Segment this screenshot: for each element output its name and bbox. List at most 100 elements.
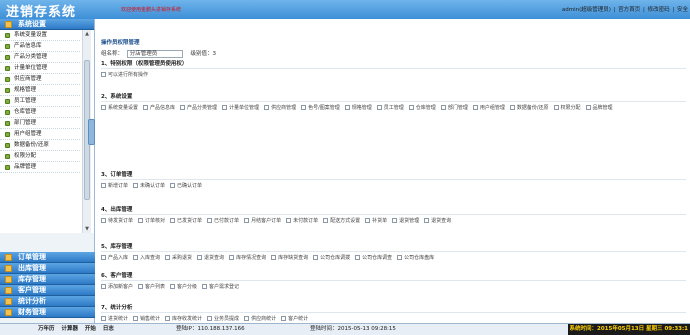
home-link[interactable]: 官方首页 xyxy=(618,7,640,13)
permission-checkbox[interactable]: 退货查询 xyxy=(424,217,451,225)
permission-checkbox[interactable]: 退货查询 xyxy=(197,254,224,262)
permission-checkbox[interactable]: 进货统计 xyxy=(101,315,128,323)
permission-checkbox[interactable]: 添加新客户 xyxy=(101,283,133,291)
sidebar-item-product-library[interactable]: 产品信息库 xyxy=(0,41,80,52)
checkbox-icon[interactable] xyxy=(376,105,382,110)
permission-checkbox[interactable]: 月结客户订单 xyxy=(244,217,281,225)
checkbox-icon[interactable] xyxy=(101,72,106,77)
checkbox-icon[interactable] xyxy=(133,316,139,321)
menu-customers[interactable]: 客户管理 xyxy=(0,285,95,296)
checkbox-icon[interactable] xyxy=(165,316,171,321)
sidebar-item-specs[interactable]: 规格管理 xyxy=(0,85,80,96)
checkbox-icon[interactable] xyxy=(180,105,186,110)
permission-checkbox[interactable]: 客户统计 xyxy=(281,315,308,323)
scroll-down-icon[interactable]: ▼ xyxy=(84,226,90,232)
permission-checkbox[interactable]: 未确认订单 xyxy=(133,182,165,190)
calendar-link[interactable]: 万年历 xyxy=(38,326,55,332)
checkbox-icon[interactable] xyxy=(101,105,106,110)
permission-checkbox[interactable]: 供应商管理 xyxy=(264,104,296,112)
permission-checkbox[interactable]: 补货单 xyxy=(365,217,387,225)
checkbox-icon[interactable] xyxy=(355,255,361,260)
permission-checkbox[interactable]: 待发货订单 xyxy=(101,217,133,225)
sidebar-item-staff[interactable]: 员工管理 xyxy=(0,96,80,107)
checkbox-icon[interactable] xyxy=(472,105,478,110)
permission-checkbox[interactable]: 客户需求登记 xyxy=(202,283,239,291)
checkbox-icon[interactable] xyxy=(271,255,277,260)
checkbox-icon[interactable] xyxy=(101,284,106,289)
checkbox-icon[interactable] xyxy=(440,105,446,110)
permission-checkbox[interactable]: 未付款订单 xyxy=(286,217,318,225)
checkbox-icon[interactable] xyxy=(229,255,235,260)
calculator-link[interactable]: 计算器 xyxy=(61,326,78,332)
checkbox-icon[interactable] xyxy=(197,255,203,260)
checkbox-icon[interactable] xyxy=(397,255,403,260)
permission-checkbox[interactable]: 仓库管理 xyxy=(408,104,436,112)
checkbox-icon[interactable] xyxy=(138,284,144,289)
permission-checkbox[interactable]: 系统变量设置 xyxy=(101,104,138,112)
sidebar-item-user-groups[interactable]: 用户组管理 xyxy=(0,129,80,140)
checkbox-icon[interactable] xyxy=(101,183,106,188)
sidebar-item-brands[interactable]: 品牌管理 xyxy=(0,162,80,173)
checkbox-icon[interactable] xyxy=(281,316,287,321)
scroll-up-icon[interactable]: ▲ xyxy=(84,31,90,37)
checkbox-icon[interactable] xyxy=(585,105,591,110)
sidebar-item-warehouse[interactable]: 仓库管理 xyxy=(0,107,80,118)
menu-finance[interactable]: 财务管理 xyxy=(0,307,95,318)
checkbox-icon[interactable] xyxy=(244,316,250,321)
log-link[interactable]: 日志 xyxy=(103,326,114,332)
role-name-input[interactable]: 分店管理员 xyxy=(126,49,183,58)
permission-checkbox[interactable]: 库存缺货查询 xyxy=(271,254,308,262)
permission-checkbox[interactable]: 客户列表 xyxy=(138,283,165,291)
menu-system-settings[interactable]: 系统设置 xyxy=(0,19,94,30)
checkbox-icon[interactable] xyxy=(101,218,106,223)
checkbox-icon[interactable] xyxy=(170,284,176,289)
sidebar-item-product-category[interactable]: 产品分类管理 xyxy=(0,52,80,63)
permission-checkbox[interactable]: 产品分类管理 xyxy=(180,104,217,112)
checkbox-icon[interactable] xyxy=(165,255,171,260)
checkbox-icon[interactable] xyxy=(101,316,106,321)
checkbox-icon[interactable] xyxy=(301,105,307,110)
permission-checkbox[interactable]: 可以进行所有操作 xyxy=(101,71,148,79)
sidebar-item-system-vars[interactable]: 系统变量设置 xyxy=(0,30,80,41)
permission-checkbox[interactable]: 入库查询 xyxy=(133,254,160,262)
permission-checkbox[interactable]: 权限分配 xyxy=(553,104,581,112)
sidebar-item-backup[interactable]: 数据备份/还原 xyxy=(0,140,80,151)
permission-checkbox[interactable]: 供应商统计 xyxy=(244,315,276,323)
permission-checkbox[interactable]: 部门管理 xyxy=(440,104,468,112)
permission-checkbox[interactable]: 数据备份/还原 xyxy=(509,104,549,112)
checkbox-icon[interactable] xyxy=(202,284,208,289)
permission-checkbox[interactable]: 公司仓库盘库 xyxy=(397,254,434,262)
checkbox-icon[interactable] xyxy=(424,218,430,223)
permission-checkbox[interactable]: 客户分级 xyxy=(170,283,197,291)
permission-checkbox[interactable]: 销售统计 xyxy=(133,315,160,323)
sidebar-item-units[interactable]: 计量单位管理 xyxy=(0,63,80,74)
sidebar-collapse-handle[interactable] xyxy=(88,119,95,145)
permission-checkbox[interactable]: 员工管理 xyxy=(376,104,404,112)
checkbox-icon[interactable] xyxy=(133,255,139,260)
permission-checkbox[interactable]: 已发货订单 xyxy=(170,217,202,225)
permission-checkbox[interactable]: 退货管理 xyxy=(392,217,419,225)
menu-orders[interactable]: 订单管理 xyxy=(0,252,95,263)
checkbox-icon[interactable] xyxy=(344,105,350,110)
checkbox-icon[interactable] xyxy=(222,105,228,110)
permission-checkbox[interactable]: 库存收发统计 xyxy=(165,315,202,323)
permission-checkbox[interactable]: 公司仓库调拨 xyxy=(313,254,350,262)
permission-checkbox[interactable]: 色号/图案管理 xyxy=(301,104,340,112)
checkbox-icon[interactable] xyxy=(408,105,414,110)
sidebar-item-permissions[interactable]: 权限分配 xyxy=(0,151,80,162)
permission-checkbox[interactable]: 配送方式设置 xyxy=(323,217,360,225)
permission-checkbox[interactable]: 规格管理 xyxy=(344,104,372,112)
permission-checkbox[interactable]: 产品信息库 xyxy=(143,104,175,112)
checkbox-icon[interactable] xyxy=(207,218,213,223)
checkbox-icon[interactable] xyxy=(392,218,398,223)
permission-checkbox[interactable]: 品牌管理 xyxy=(585,104,613,112)
checkbox-icon[interactable] xyxy=(323,218,329,223)
menu-statistics[interactable]: 统计分析 xyxy=(0,296,95,307)
checkbox-icon[interactable] xyxy=(553,105,559,110)
permission-checkbox[interactable]: 采购退货 xyxy=(165,254,192,262)
menu-inventory[interactable]: 库存管理 xyxy=(0,274,95,285)
checkbox-icon[interactable] xyxy=(313,255,319,260)
permission-checkbox[interactable]: 订单核对 xyxy=(138,217,165,225)
permission-checkbox[interactable]: 产品入库 xyxy=(101,254,128,262)
start-link[interactable]: 开始 xyxy=(85,326,96,332)
